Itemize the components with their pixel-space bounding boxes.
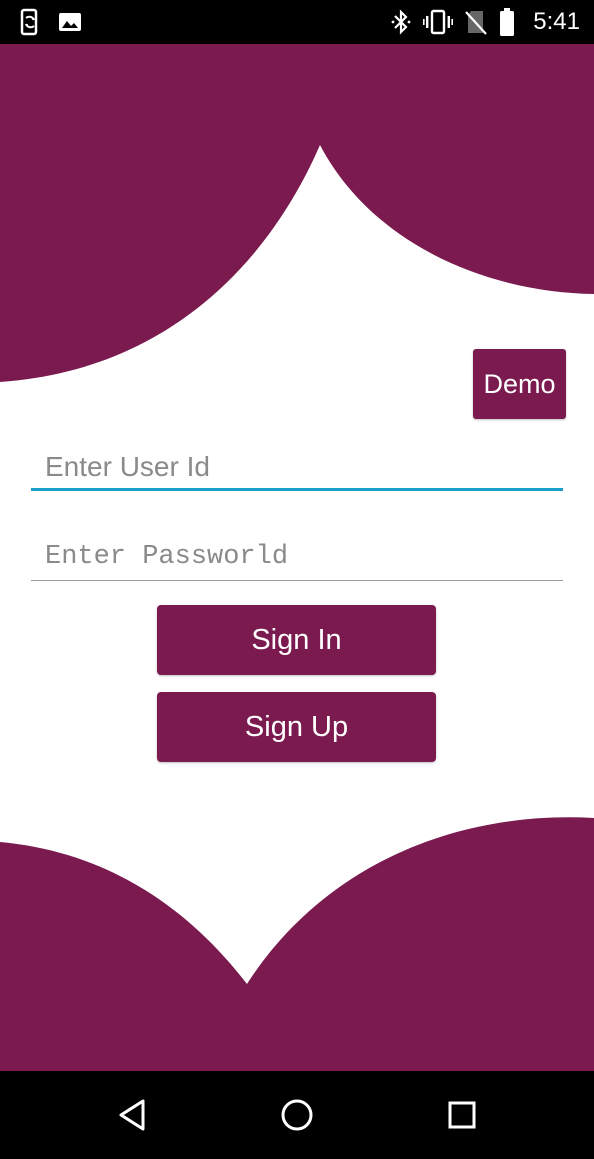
bluetooth-icon [391,9,411,35]
user-id-underline [31,488,563,491]
user-id-input[interactable] [31,443,563,491]
sync-phone-icon [18,8,42,36]
sign-in-button[interactable]: Sign In [157,605,436,675]
home-icon [280,1098,314,1132]
no-sim-icon [465,9,488,35]
battery-icon [499,8,515,36]
user-id-field-container [31,443,563,491]
home-button[interactable] [275,1093,319,1137]
recents-button[interactable] [440,1093,484,1137]
status-left-icons [18,8,82,36]
image-icon [58,10,82,34]
password-field-container [31,533,563,581]
recents-icon [447,1100,477,1130]
vibrate-icon [423,9,454,35]
demo-button[interactable]: Demo [473,349,566,419]
status-right-icons: 5:41 [391,6,580,38]
status-time: 5:41 [533,8,580,35]
password-underline [31,580,563,581]
navigation-bar [0,1071,594,1159]
password-input[interactable] [31,533,563,581]
sign-up-button[interactable]: Sign Up [157,692,436,762]
login-screen: 5:41 Demo Sign In Sign Up [0,0,594,1159]
status-bar: 5:41 [0,0,594,44]
back-icon [116,1098,148,1132]
bottom-decorative-shape [0,817,594,1071]
top-decorative-shape [0,44,594,382]
back-button[interactable] [110,1093,154,1137]
